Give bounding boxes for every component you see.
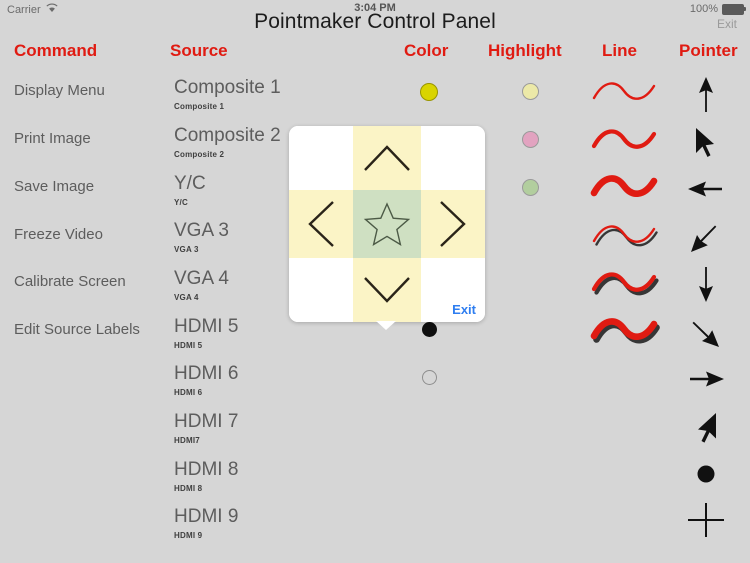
dpad-blank-bl: [289, 258, 353, 322]
pointer-dot[interactable]: [682, 452, 730, 496]
source-name: HDMI 8: [174, 459, 239, 480]
source-name: Y/C: [174, 173, 206, 194]
source-sublabel: HDMI 9: [174, 531, 203, 540]
dpad-right-button[interactable]: [421, 190, 485, 258]
source-item[interactable]: Composite 2 Composite 2: [174, 125, 281, 160]
pointer-arrow-down[interactable]: [682, 262, 730, 306]
line-weight-1[interactable]: [590, 76, 658, 110]
column-header-command: Command: [14, 41, 98, 60]
source-name: HDMI 5: [174, 316, 239, 337]
source-name: VGA 3: [174, 220, 229, 241]
pointer-cursor-nw[interactable]: [682, 120, 730, 164]
command-item[interactable]: Freeze Video: [14, 226, 103, 243]
source-name: Composite 2: [174, 125, 281, 146]
column-header-color: Color: [404, 41, 449, 60]
page-title: Pointmaker Control Panel: [254, 10, 496, 33]
source-item[interactable]: HDMI 5 HDMI 5: [174, 316, 239, 351]
source-item[interactable]: HDMI 8 HDMI 8: [174, 459, 239, 494]
source-name: HDMI 7: [174, 411, 239, 432]
dpad-center-star[interactable]: [353, 190, 421, 258]
command-item[interactable]: Calibrate Screen: [14, 273, 126, 290]
highlight-yellow[interactable]: [522, 83, 539, 100]
source-sublabel: HDMI 6: [174, 388, 203, 397]
source-sublabel: VGA 3: [174, 245, 199, 254]
source-item[interactable]: VGA 3 VGA 3: [174, 220, 229, 255]
highlight-green[interactable]: [522, 179, 539, 196]
column-header-line: Line: [602, 41, 637, 60]
column-header-source: Source: [170, 41, 228, 60]
pointer-arrow-sw[interactable]: [682, 215, 730, 259]
command-item[interactable]: Print Image: [14, 130, 91, 147]
source-sublabel: VGA 4: [174, 293, 199, 302]
exit-button[interactable]: Exit: [717, 17, 737, 31]
dpad-blank-tr: [421, 126, 485, 190]
pointer-crosshair[interactable]: [682, 498, 730, 542]
source-name: HDMI 6: [174, 363, 239, 384]
pointer-arrow-right[interactable]: [682, 357, 730, 401]
dpad-popup[interactable]: Exit: [289, 126, 485, 322]
dpad-grid: [289, 126, 485, 322]
source-sublabel: HDMI 8: [174, 484, 203, 493]
dpad-left-button[interactable]: [289, 190, 353, 258]
line-weight-2[interactable]: [590, 124, 658, 158]
line-weight-5[interactable]: [590, 267, 659, 301]
source-item[interactable]: Y/C Y/C: [174, 173, 206, 208]
dpad-up-button[interactable]: [353, 126, 421, 190]
source-name: HDMI 9: [174, 506, 239, 527]
command-item[interactable]: Save Image: [14, 178, 94, 195]
pointer-arrow-left[interactable]: [682, 167, 730, 211]
white-swatch[interactable]: [421, 370, 437, 385]
source-sublabel: HDMI7: [174, 436, 200, 445]
command-item[interactable]: Display Menu: [14, 82, 105, 99]
source-item[interactable]: VGA 4 VGA 4: [174, 268, 229, 303]
source-sublabel: Y/C: [174, 198, 188, 207]
dpad-blank-tl: [289, 126, 353, 190]
source-item[interactable]: HDMI 7 HDMI7: [174, 411, 239, 446]
source-item[interactable]: HDMI 9 HDMI 9: [174, 506, 239, 541]
source-name: Composite 1: [174, 77, 281, 98]
popup-exit-button[interactable]: Exit: [452, 302, 476, 317]
column-header-pointer: Pointer: [679, 41, 738, 60]
source-item[interactable]: HDMI 6 HDMI 6: [174, 363, 239, 398]
pointer-arrow-se[interactable]: [682, 310, 730, 354]
dpad-down-button[interactable]: [353, 258, 421, 322]
source-sublabel: Composite 2: [174, 150, 225, 159]
source-sublabel: Composite 1: [174, 102, 225, 111]
popup-tail-arrow: [376, 321, 396, 330]
command-item[interactable]: Edit Source Labels: [14, 321, 140, 338]
control-panel-screen: Carrier 3:04 PM 100% Pointmaker Control …: [0, 0, 750, 563]
line-weight-6[interactable]: [590, 314, 660, 348]
line-weight-4[interactable]: [590, 219, 658, 253]
pointer-arrow-up[interactable]: [682, 72, 730, 116]
source-name: VGA 4: [174, 268, 229, 289]
column-header-highlight: Highlight: [488, 41, 562, 60]
black-swatch[interactable]: [421, 322, 437, 337]
source-sublabel: HDMI 5: [174, 341, 203, 350]
pointer-cursor-ne[interactable]: [682, 405, 730, 449]
highlight-pink[interactable]: [522, 131, 539, 148]
source-item[interactable]: Composite 1 Composite 1: [174, 77, 281, 112]
line-weight-3[interactable]: [590, 171, 658, 205]
yellow-swatch[interactable]: [420, 83, 438, 101]
